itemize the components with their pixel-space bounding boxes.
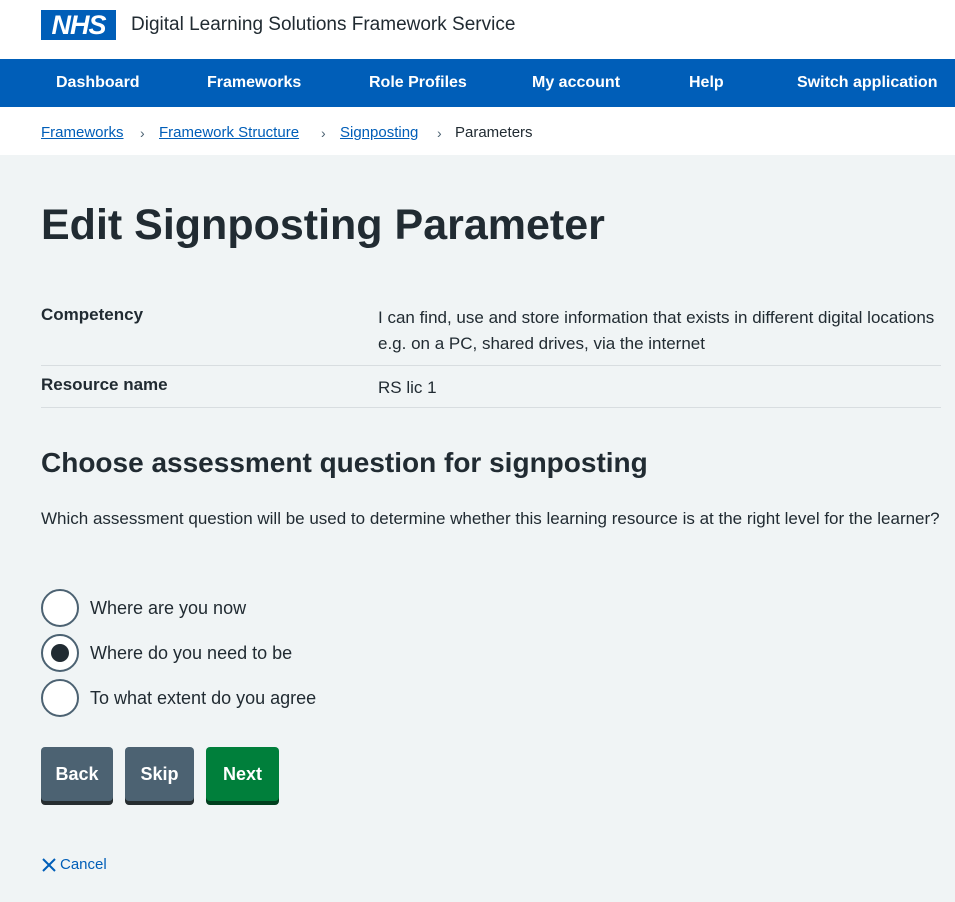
- summary-row-resource-name: Resource name RS lic 1: [41, 366, 941, 408]
- summary-list: Competency I can find, use and store inf…: [41, 296, 941, 408]
- cancel-label[interactable]: Cancel: [60, 856, 107, 873]
- radio-label[interactable]: Where are you now: [90, 598, 246, 619]
- summary-key: Competency: [41, 305, 144, 324]
- chevron-right-icon: ›: [321, 125, 326, 141]
- close-icon: [42, 857, 56, 872]
- site-header: NHS Digital Learning Solutions Framework…: [0, 0, 955, 59]
- service-name[interactable]: Digital Learning Solutions Framework Ser…: [131, 14, 515, 36]
- page-title: Edit Signposting Parameter: [41, 201, 605, 249]
- nav-item-my-account[interactable]: My account: [532, 74, 620, 92]
- cancel-link[interactable]: Cancel: [41, 856, 107, 873]
- radio-input-selected[interactable]: [41, 634, 79, 672]
- back-button[interactable]: Back: [41, 747, 113, 801]
- radio-option-where-are-you-now[interactable]: Where are you now: [41, 589, 246, 627]
- nav-item-frameworks[interactable]: Frameworks: [207, 74, 301, 92]
- summary-row-competency: Competency I can find, use and store inf…: [41, 296, 941, 366]
- skip-button[interactable]: Skip: [125, 747, 194, 801]
- radio-option-to-what-extent-do-you-agree[interactable]: To what extent do you agree: [41, 679, 316, 717]
- breadcrumb-link-frameworks[interactable]: Frameworks: [41, 124, 124, 141]
- radio-label[interactable]: Where do you need to be: [90, 643, 292, 664]
- radio-option-where-do-you-need-to-be[interactable]: Where do you need to be: [41, 634, 292, 672]
- radio-label[interactable]: To what extent do you agree: [90, 688, 316, 709]
- primary-nav: Dashboard Frameworks Role Profiles My ac…: [0, 59, 955, 107]
- nav-item-help[interactable]: Help: [689, 74, 724, 92]
- breadcrumb-link-signposting[interactable]: Signposting: [340, 124, 418, 141]
- breadcrumb: Frameworks › Framework Structure › Signp…: [0, 107, 955, 155]
- nav-item-switch-application[interactable]: Switch application: [797, 74, 937, 92]
- nhs-logo[interactable]: NHS: [41, 10, 116, 40]
- radio-input[interactable]: [41, 589, 79, 627]
- summary-key: Resource name: [41, 375, 168, 394]
- breadcrumb-link-framework-structure[interactable]: Framework Structure: [159, 124, 299, 141]
- section-heading: Choose assessment question for signposti…: [41, 447, 648, 478]
- next-button[interactable]: Next: [206, 747, 279, 801]
- nav-item-role-profiles[interactable]: Role Profiles: [369, 74, 467, 92]
- summary-value: I can find, use and store information th…: [378, 308, 935, 353]
- chevron-right-icon: ›: [140, 125, 145, 141]
- question-hint: Which assessment question will be used t…: [41, 509, 940, 528]
- breadcrumb-current: Parameters: [455, 124, 533, 141]
- radio-input[interactable]: [41, 679, 79, 717]
- nav-item-dashboard[interactable]: Dashboard: [56, 74, 140, 92]
- chevron-right-icon: ›: [437, 125, 442, 141]
- summary-value: RS lic 1: [378, 378, 437, 397]
